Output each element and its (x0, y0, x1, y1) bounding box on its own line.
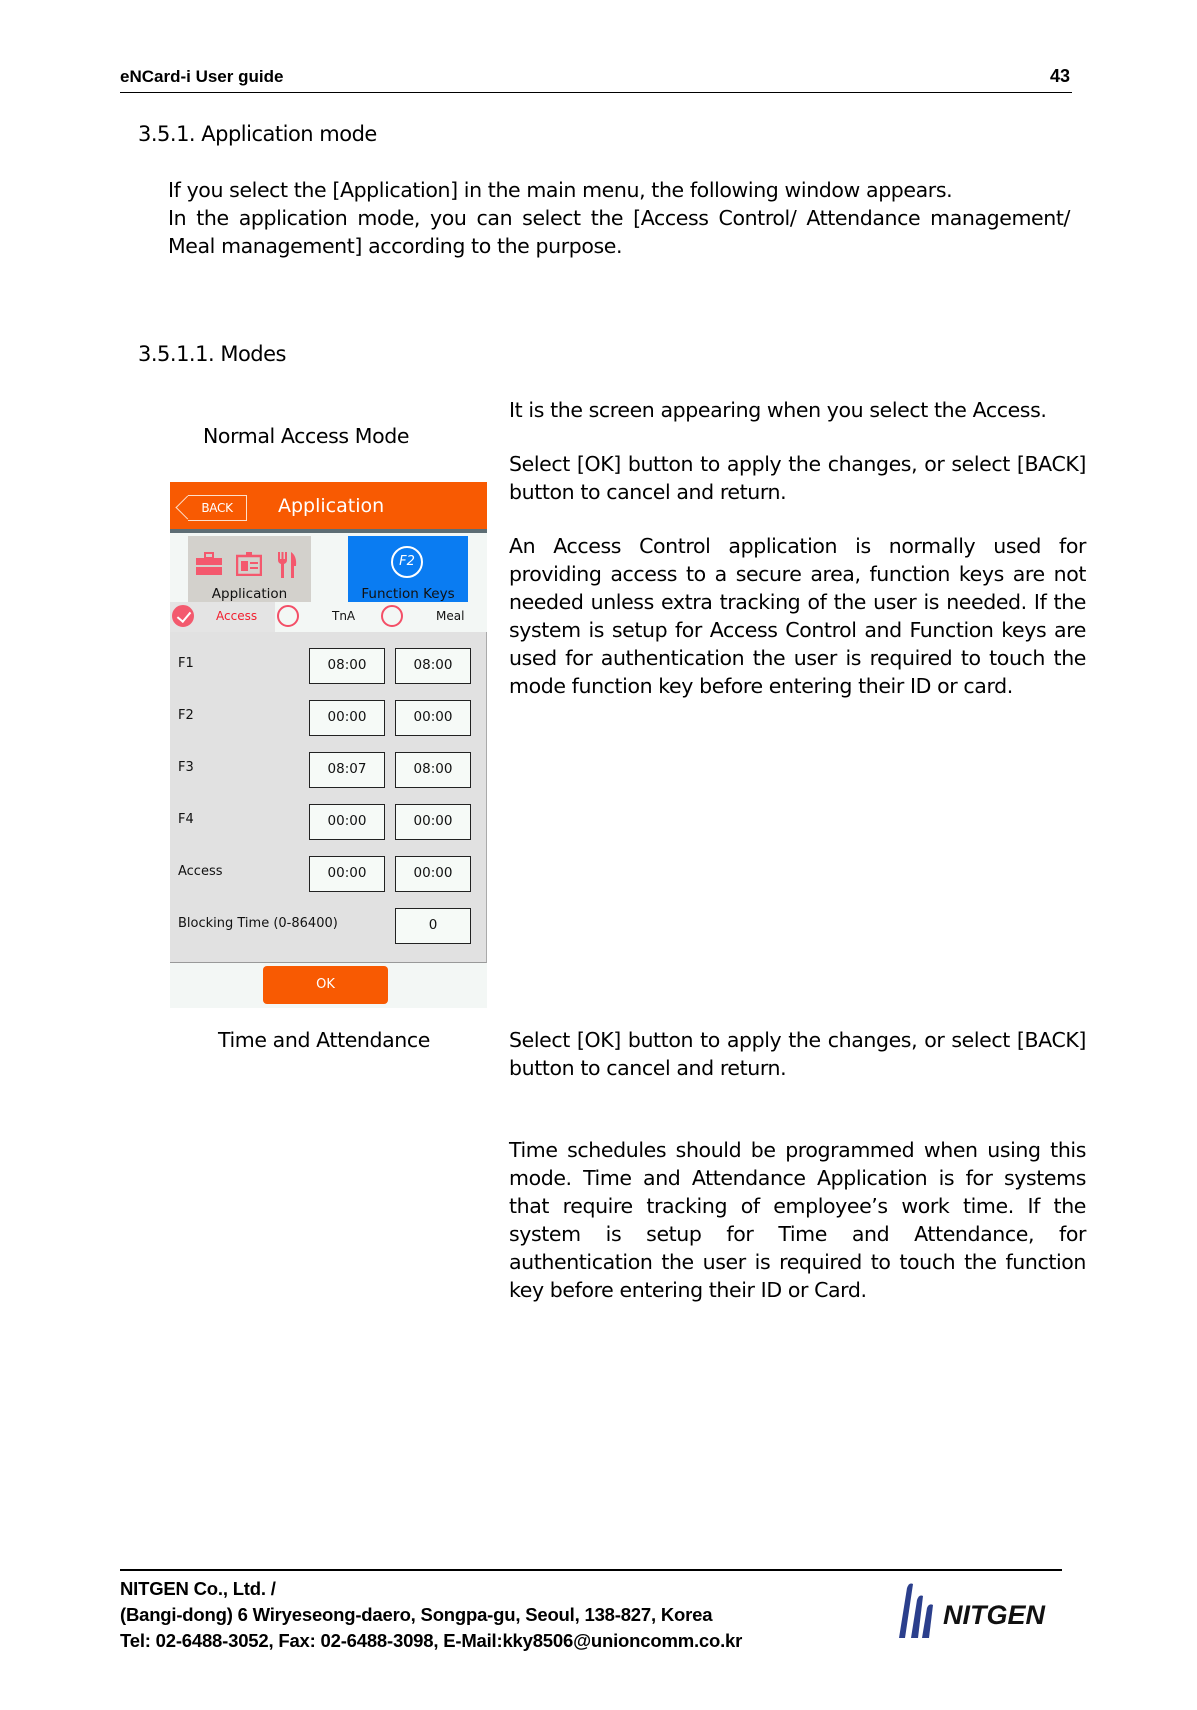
back-button[interactable]: BACK (188, 495, 247, 521)
application-tile[interactable]: Application (188, 536, 311, 602)
f1-start-time-field[interactable]: 08:00 (309, 648, 385, 684)
mode-selector: Access TnA Meal (170, 602, 487, 632)
radio-tna-label: TnA (332, 609, 356, 623)
function-keys-tile-label: Function Keys (361, 586, 455, 602)
mode-label-tna: Time and Attendance (218, 1028, 430, 1052)
intro-line-2: In the application mode, you can select … (168, 206, 1070, 258)
access-paragraph-2: Select [OK] button to apply the changes,… (509, 452, 1086, 504)
screen-title: Application (278, 495, 385, 517)
radio-access[interactable] (172, 605, 194, 627)
access-end-time-field[interactable]: 00:00 (395, 856, 471, 892)
application-tile-label: Application (211, 586, 288, 602)
f4-end-time-field[interactable]: 00:00 (395, 804, 471, 840)
header-rule (120, 92, 1072, 93)
radio-tna[interactable] (277, 605, 299, 627)
row-label-f1: F1 (178, 656, 194, 671)
tna-paragraph-2: Time schedules should be programmed when… (509, 1138, 1086, 1302)
radio-meal[interactable] (381, 605, 403, 627)
blocking-time-field[interactable]: 0 (395, 908, 471, 944)
logo-bar-2 (911, 1595, 923, 1638)
access-paragraph-3: An Access Control application is normall… (509, 534, 1086, 698)
access-paragraph-1: It is the screen appearing when you sele… (509, 398, 1047, 422)
footer-company: NITGEN Co., Ltd. / (120, 1578, 276, 1599)
access-start-time-field[interactable]: 00:00 (309, 856, 385, 892)
row-label-f3: F3 (178, 760, 194, 775)
f4-start-time-field[interactable]: 00:00 (309, 804, 385, 840)
tna-paragraph-1: Select [OK] button to apply the changes,… (509, 1028, 1086, 1080)
f2-end-time-field[interactable]: 00:00 (395, 700, 471, 736)
f3-end-time-field[interactable]: 08:00 (395, 752, 471, 788)
logo-text: NITGEN (943, 1600, 1046, 1630)
nitgen-logo: NITGEN (899, 1583, 1046, 1638)
device-screenshot: BACK Application Application F2 Function… (170, 482, 487, 1008)
ok-button[interactable]: OK (263, 966, 388, 1004)
logo-bar-3 (922, 1604, 933, 1638)
row-label-f4: F4 (178, 812, 194, 827)
briefcase-icon (196, 552, 222, 575)
f3-start-time-field[interactable]: 08:07 (309, 752, 385, 788)
function-keys-tile[interactable]: F2 Function Keys (348, 536, 468, 602)
app-title-bar: BACK Application (170, 482, 487, 533)
intro-line-1: If you select the [Application] in the m… (168, 178, 953, 202)
f2-start-time-field[interactable]: 00:00 (309, 700, 385, 736)
footer-rule (120, 1569, 1062, 1571)
id-card-icon (236, 552, 262, 576)
radio-meal-label: Meal (436, 609, 465, 623)
blocking-time-label: Blocking Time (0-86400) (178, 916, 338, 931)
section-heading: 3.5.1. Application mode (138, 122, 377, 146)
footer-contact[interactable]: Tel: 02-6488-3052, Fax: 02-6488-3098, E-… (120, 1630, 742, 1652)
subsection-heading: 3.5.1.1. Modes (138, 342, 286, 366)
f2-key-icon: F2 (391, 546, 423, 578)
radio-access-label: Access (216, 609, 258, 623)
document-title: eNCard-i User guide (120, 67, 284, 86)
footer-address: (Bangi-dong) 6 Wiryeseong-daero, Songpa-… (120, 1604, 713, 1625)
function-key-times-form: F1 08:00 08:00 F2 00:00 00:00 F3 08:07 0… (170, 632, 487, 963)
row-label-access: Access (178, 864, 223, 879)
logo-bar-1 (899, 1583, 913, 1638)
mode-label-access: Normal Access Mode (203, 424, 410, 448)
f1-end-time-field[interactable]: 08:00 (395, 648, 471, 684)
fork-knife-icon (278, 552, 297, 578)
row-label-f2: F2 (178, 708, 194, 723)
page-number: 43 (1049, 66, 1070, 86)
